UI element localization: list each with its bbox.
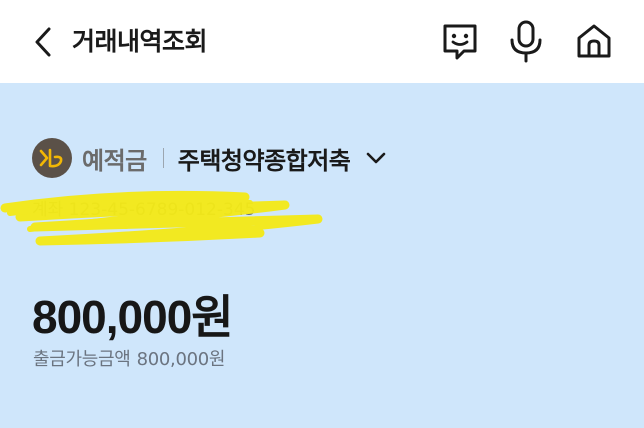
withdrawable-label: 출금가능금액 — [33, 349, 131, 370]
back-icon — [35, 27, 51, 57]
chat-bot-icon — [443, 24, 477, 60]
chat-bot-button[interactable] — [438, 18, 482, 64]
balance-amount: 800,000원 — [32, 291, 234, 343]
withdrawable-amount: 800,000원 — [136, 349, 226, 370]
chevron-down-icon — [367, 152, 386, 164]
header-bar: 거래내역조회 — [0, 0, 644, 83]
kb-bank-logo — [32, 138, 72, 178]
back-button[interactable] — [28, 22, 58, 62]
page-title: 거래내역조회 — [72, 27, 208, 56]
voice-search-button[interactable] — [504, 18, 548, 64]
account-selector[interactable]: 예적금 주택청약종합저축 — [32, 136, 388, 180]
account-number-area: 계좌 123-45-6789-012-345 — [0, 183, 340, 253]
home-icon — [577, 24, 611, 58]
redaction-scribble — [0, 190, 323, 246]
account-dropdown-toggle[interactable] — [364, 146, 388, 170]
home-button[interactable] — [572, 18, 616, 64]
withdrawable-row: 출금가능금액 800,000원 — [33, 345, 231, 371]
account-type-label: 예적금 — [82, 146, 147, 175]
microphone-icon — [510, 20, 542, 63]
kb-star-icon — [39, 148, 63, 168]
account-summary-panel: 예적금 주택청약종합저축 계좌 123-45-6789-012-345 800,… — [0, 83, 644, 428]
account-name: 주택청약종합저축 — [177, 146, 351, 175]
divider — [162, 148, 164, 168]
